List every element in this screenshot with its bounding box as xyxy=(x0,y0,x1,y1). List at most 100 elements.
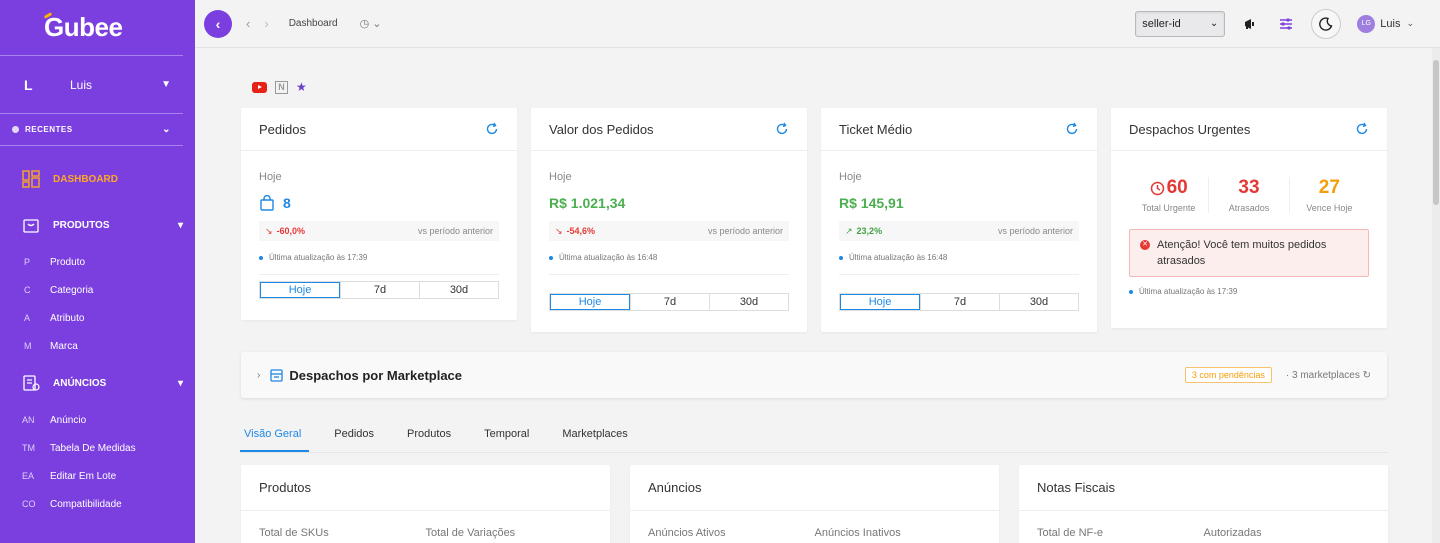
trend-compare-label: vs período anterior xyxy=(417,226,493,236)
status-dot-icon xyxy=(839,255,843,260)
sidebar-subitem-anuncio[interactable]: AN Anúncio xyxy=(0,406,195,434)
card-title: Despachos Urgentes xyxy=(1129,121,1251,137)
subitem-abbr: CO xyxy=(22,499,36,509)
dark-mode-toggle[interactable] xyxy=(1311,8,1342,39)
recentes-toggle[interactable]: RECENTES ⌄ xyxy=(0,114,183,146)
sidebar-subitem-tabela-medidas[interactable]: TM Tabela De Medidas xyxy=(0,434,195,462)
sidebar-item-dashboard[interactable]: DASHBOARD xyxy=(0,156,195,202)
segment-30d[interactable]: 30d xyxy=(419,282,498,298)
brand-logo[interactable]: Gubee xyxy=(0,0,183,56)
sidebar-item-anuncios[interactable]: ANÚNCIOS ▾ xyxy=(0,360,195,406)
error-icon: ✕ xyxy=(1140,240,1150,250)
subitem-label: Marca xyxy=(50,340,78,352)
card-valor-pedidos: Valor dos Pedidos Hoje R$ 1.021,34 ↘ -54… xyxy=(531,108,807,332)
segment-7d[interactable]: 7d xyxy=(920,294,999,310)
card-pedidos: Pedidos Hoje 8 ↘ -60,0% vs período anter… xyxy=(241,108,517,320)
tab-marketplaces[interactable]: Marketplaces xyxy=(562,420,627,452)
subitem-abbr: EA xyxy=(22,471,35,481)
filter-sliders-icon[interactable] xyxy=(1275,13,1297,35)
chevron-down-icon[interactable]: ⌄ xyxy=(1406,18,1414,29)
refresh-icon[interactable] xyxy=(1355,122,1369,136)
stat-label: Vence Hoje xyxy=(1306,203,1353,213)
card-produtos: Produtos Total de SKUs Total de Variaçõe… xyxy=(241,465,610,543)
collapse-sidebar-button[interactable]: ‹ xyxy=(204,9,232,38)
sidebar: Gubee L Luis ▼ RECENTES ⌄ DASHBOARD PROD… xyxy=(0,0,195,543)
tab-visao-geral[interactable]: Visão Geral xyxy=(240,420,310,452)
clock-history-icon[interactable]: ◷ ⌄ xyxy=(360,17,382,30)
sidebar-subitem-categoria[interactable]: C Categoria xyxy=(0,276,195,304)
segment-7d[interactable]: 7d xyxy=(340,282,419,298)
breadcrumb[interactable]: Dashboard xyxy=(289,18,338,29)
history-back-icon[interactable]: ‹ xyxy=(246,16,250,31)
sidebar-subitem-atributo[interactable]: A Atributo xyxy=(0,304,195,332)
youtube-icon[interactable] xyxy=(252,81,267,93)
segment-7d[interactable]: 7d xyxy=(630,294,709,310)
sidebar-subitem-marca[interactable]: M Marca xyxy=(0,332,195,360)
subitem-abbr: AN xyxy=(22,415,35,425)
segment-hoje[interactable]: Hoje xyxy=(550,294,630,310)
card-header: Valor dos Pedidos xyxy=(531,108,807,151)
refresh-small-icon[interactable]: ↻ xyxy=(1363,370,1371,381)
history-forward-icon[interactable]: › xyxy=(264,16,268,31)
n-channel-icon[interactable]: N xyxy=(275,80,288,94)
scrollbar-thumb[interactable] xyxy=(1433,60,1439,205)
card-columns: Anúncios Ativos Anúncios Inativos xyxy=(630,527,999,539)
avatar[interactable]: LG xyxy=(1357,14,1376,33)
refresh-icon[interactable] xyxy=(1065,122,1079,136)
sidebar-item-label: ANÚNCIOS xyxy=(53,377,107,389)
trend-percent: 23,2% xyxy=(856,226,883,236)
card-ticket-medio: Ticket Médio Hoje R$ 145,91 ↗ 23,2% vs p… xyxy=(821,108,1097,332)
sidebar-subitem-compatibilidade[interactable]: CO Compatibilidade xyxy=(0,490,195,518)
stat-total-urgente: 60 Total Urgente xyxy=(1129,177,1208,213)
period-label: Hoje xyxy=(549,171,572,183)
main-scrollbar[interactable] xyxy=(1432,48,1440,543)
stat-label: Total Urgente xyxy=(1141,203,1196,213)
alert-text: Atenção! Você tem muitos pedidos atrasad… xyxy=(1157,239,1327,267)
tab-pedidos[interactable]: Pedidos xyxy=(334,420,374,452)
card-title: Ticket Médio xyxy=(839,121,913,137)
refresh-icon[interactable] xyxy=(485,122,499,136)
ads-icon xyxy=(23,375,40,391)
segment-hoje[interactable]: Hoje xyxy=(840,294,920,310)
col-label: Total de SKUs xyxy=(259,527,329,539)
urgent-stats: 60 Total Urgente 33 Atrasados 27 Vence H… xyxy=(1111,177,1387,213)
tab-produtos[interactable]: Produtos xyxy=(407,420,451,452)
segment-30d[interactable]: 30d xyxy=(999,294,1078,310)
bag-icon xyxy=(23,219,39,233)
channel-icons: N ★ xyxy=(252,80,307,94)
tab-temporal[interactable]: Temporal xyxy=(484,420,529,452)
moon-icon xyxy=(1319,16,1333,31)
subitem-label: Tabela De Medidas xyxy=(50,442,136,454)
ticket-value: R$ 145,91 xyxy=(839,195,904,211)
period-label: Hoje xyxy=(839,171,862,183)
status-dot-icon xyxy=(1129,289,1133,294)
col-label: Total de Variações xyxy=(425,527,516,539)
sidebar-subitem-editar-lote[interactable]: EA Editar Em Lote xyxy=(0,462,195,490)
user-menu-name[interactable]: Luis xyxy=(1380,18,1400,30)
despachos-marketplace-accordion[interactable]: › Despachos por Marketplace 3 com pendên… xyxy=(241,352,1387,398)
segment-hoje[interactable]: Hoje xyxy=(260,282,340,298)
subitem-label: Categoria xyxy=(50,284,94,296)
stat-number: 60 xyxy=(1166,177,1188,198)
last-updated-text: Última atualização às 16:48 xyxy=(849,253,948,262)
segment-30d[interactable]: 30d xyxy=(709,294,788,310)
last-updated: Última atualização às 16:48 xyxy=(549,253,789,275)
period-segmented-control: Hoje 7d 30d xyxy=(839,293,1079,311)
refresh-icon[interactable] xyxy=(775,122,789,136)
late-orders-alert: ✕ Atenção! Você tem muitos pedidos atras… xyxy=(1129,229,1369,277)
megaphone-icon[interactable] xyxy=(1239,13,1261,35)
stat-number: 33 xyxy=(1238,177,1260,198)
star-icon[interactable]: ★ xyxy=(296,80,307,94)
marketplace-count-text: 3 marketplaces xyxy=(1292,369,1360,381)
sidebar-item-produtos[interactable]: PRODUTOS ▾ xyxy=(0,202,195,248)
subitem-abbr: TM xyxy=(22,443,35,453)
col-label: Autorizadas xyxy=(1203,527,1262,539)
subitem-label: Editar Em Lote xyxy=(50,470,117,482)
col-label: Total de NF-e xyxy=(1037,527,1104,539)
sidebar-subitem-produto[interactable]: P Produto xyxy=(0,248,195,276)
trend-compare-label: vs período anterior xyxy=(707,226,783,236)
sidebar-user-selector[interactable]: L Luis ▼ xyxy=(0,56,183,114)
seller-select[interactable]: seller-id ⌄ xyxy=(1135,10,1226,37)
card-anuncios: Anúncios Anúncios Ativos Anúncios Inativ… xyxy=(630,465,999,543)
trend-down-icon: ↘ xyxy=(265,225,273,236)
